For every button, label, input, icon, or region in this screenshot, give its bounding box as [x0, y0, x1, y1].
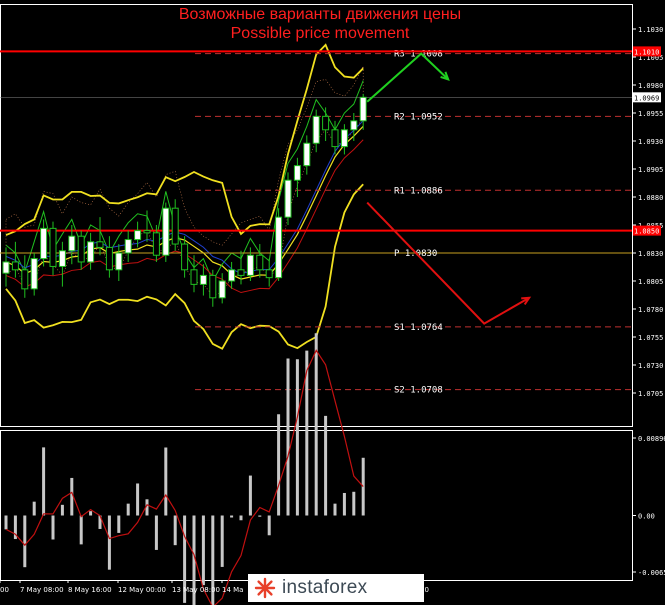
- candle: [87, 241, 95, 263]
- price-tick-label: 1.0705: [638, 390, 663, 398]
- resistance-price-label: 1.1010: [634, 48, 659, 56]
- candle: [2, 261, 10, 274]
- price-tick-label: 1.0880: [638, 194, 663, 202]
- logo-text: instaforex: [282, 577, 368, 598]
- price-tick-label: 1.1030: [638, 26, 663, 34]
- instaforex-logo-icon: [254, 577, 276, 599]
- candle: [115, 252, 123, 271]
- candle: [322, 115, 330, 131]
- price-tick-label: 1.0905: [638, 166, 663, 174]
- candle: [162, 207, 170, 256]
- support-price-label: 1.0850: [634, 228, 659, 236]
- time-label: 00: [0, 586, 9, 594]
- candle: [340, 129, 348, 148]
- candle: [312, 115, 320, 144]
- candle: [124, 239, 132, 254]
- price-tick-label: 1.0805: [638, 278, 663, 286]
- candle: [49, 227, 57, 267]
- candle: [284, 179, 292, 218]
- macd-tick-label: 0.00: [638, 513, 655, 521]
- price-tick-label: 1.0730: [638, 362, 663, 370]
- candle: [96, 241, 104, 248]
- bollinger-upper: [5, 43, 364, 236]
- candle: [181, 243, 189, 271]
- time-label: 8 May 16:00: [68, 586, 112, 594]
- candle: [331, 129, 339, 148]
- candle: [40, 227, 48, 260]
- candle: [228, 269, 236, 282]
- candle: [143, 230, 151, 234]
- candle: [275, 216, 283, 279]
- candle: [58, 250, 66, 267]
- candle: [134, 230, 142, 241]
- pivot-label-R2: R2 1.0952: [394, 112, 443, 122]
- instaforex-logo: instaforex: [248, 574, 424, 602]
- pivot-label-R1: R1 1.0886: [394, 186, 443, 196]
- candle: [209, 274, 217, 299]
- candle: [265, 269, 273, 279]
- macd-tick-label: 0.00896: [638, 435, 665, 443]
- pivot-label-S2: S2 1.0708: [394, 386, 443, 396]
- candle: [68, 235, 76, 252]
- time-label: 12 May 00:00: [118, 586, 166, 594]
- price-tick-label: 1.0780: [638, 306, 663, 314]
- candle: [293, 165, 301, 181]
- candle: [77, 235, 85, 263]
- macd-tick-label: -0.00653: [638, 569, 665, 577]
- candle: [237, 269, 245, 276]
- current-price-label: 1.0969: [634, 94, 659, 102]
- price-tick-label: 1.0980: [638, 82, 663, 90]
- time-label: 7 May 08:00: [20, 586, 64, 594]
- candle: [303, 142, 311, 167]
- time-label: 14 Ma: [222, 586, 243, 594]
- candle: [171, 207, 179, 245]
- time-label: 13 May 08:00: [172, 586, 220, 594]
- candle: [105, 246, 113, 271]
- candle: [256, 254, 264, 271]
- chart-title: Возможные варианты движения цены: [178, 6, 462, 23]
- pivot-label-S1: S1 1.0764: [394, 323, 443, 333]
- candle: [218, 280, 226, 299]
- candle: [11, 261, 19, 271]
- candle: [152, 232, 160, 256]
- forecast-path-1: [366, 201, 530, 325]
- price-chart: 1.10301.10051.09801.09551.09301.09051.08…: [0, 4, 665, 605]
- candle: [199, 274, 207, 285]
- price-tick-label: 1.0755: [638, 334, 663, 342]
- price-tick-label: 1.0955: [638, 110, 663, 118]
- forecast-path-0: [366, 52, 449, 103]
- candle: [246, 254, 254, 276]
- candle: [359, 96, 367, 122]
- candle: [190, 269, 198, 285]
- price-tick-label: 1.0830: [638, 250, 663, 258]
- candle: [30, 258, 38, 290]
- candle: [21, 269, 29, 290]
- chart-subtitle: Possible price movement: [230, 25, 410, 42]
- candle: [350, 120, 358, 131]
- price-tick-label: 1.0930: [638, 138, 663, 146]
